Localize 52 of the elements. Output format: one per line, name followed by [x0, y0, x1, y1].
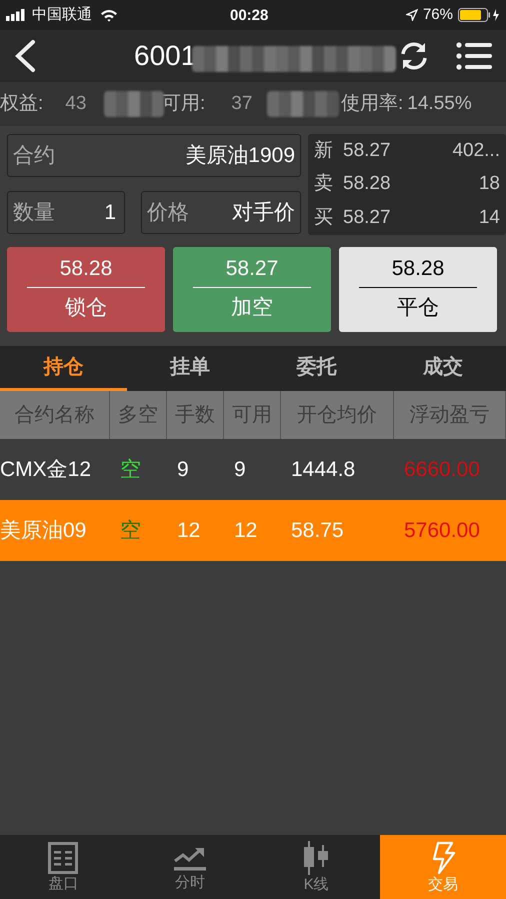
table-cell-text: 9 [177, 456, 189, 483]
carrier-name: 中国联通 [32, 4, 92, 25]
location-arrow-icon [406, 9, 418, 21]
pixelated-blur [267, 91, 339, 117]
pixelated-blur [104, 91, 164, 117]
field-label: 合约 [13, 142, 55, 169]
table-cell-text: 9 [234, 456, 246, 483]
table-cell-text: 5760.00 [404, 518, 480, 544]
quote-price: 58.27 [343, 206, 391, 230]
order-button[interactable]: 58.28 平仓 [339, 247, 497, 332]
quote-volume: 18 [478, 172, 500, 196]
field-label: 数量 [13, 200, 55, 226]
quote-volume: 14 [478, 206, 500, 230]
account-value: 43 [65, 92, 86, 116]
tab[interactable]: 挂单 [126, 346, 253, 391]
account-label: 使用率: [341, 92, 404, 116]
tab[interactable]: 成交 [380, 346, 506, 391]
account-value: 14.55% [407, 92, 472, 116]
field-label: 价格 [147, 200, 189, 226]
table-cell: 美原油09 [0, 518, 86, 542]
menu-icon[interactable] [456, 41, 492, 71]
table-cell-text: 6660.00 [404, 456, 480, 483]
account-label: 权益: [0, 92, 44, 116]
table-cell: CMX金12 [0, 458, 92, 481]
quote-label: 新 [314, 138, 333, 163]
table-cell-text: 12 [177, 518, 200, 544]
contract-field[interactable]: 合约 美原油1909 [7, 134, 301, 177]
table-cell-text: 空 [120, 518, 141, 544]
field-value: 1 [104, 200, 116, 226]
table-cell-text: 空 [120, 456, 141, 483]
quantity-field[interactable]: 数量 1 [7, 191, 125, 234]
quote-label: 买 [314, 206, 333, 230]
battery-percent: 76% [422, 4, 453, 25]
battery-icon [458, 8, 500, 22]
quote-price: 58.27 [343, 138, 391, 163]
table-cell-text: 58.75 [291, 518, 344, 544]
account-title: 6001 [134, 39, 196, 73]
field-value: 美原油1909 [185, 142, 295, 169]
quote-label: 卖 [314, 172, 333, 196]
account-label: 可用: [162, 92, 206, 116]
wifi-icon [100, 8, 118, 22]
quote-volume: 402... [452, 138, 500, 163]
account-value: 37 [231, 92, 252, 116]
table-cell-text: 1444.8 [291, 456, 356, 483]
table-cell-text: 12 [234, 518, 258, 544]
price-field[interactable]: 价格 对手价 [141, 191, 301, 234]
field-value: 对手价 [232, 200, 295, 226]
grid-list-icon[interactable] [48, 842, 78, 874]
order-button[interactable]: 58.28 锁仓 [7, 247, 165, 332]
tab[interactable]: 委托 [253, 346, 380, 391]
quote-price: 58.28 [343, 172, 391, 196]
clock-time: 00:28 [230, 6, 268, 26]
